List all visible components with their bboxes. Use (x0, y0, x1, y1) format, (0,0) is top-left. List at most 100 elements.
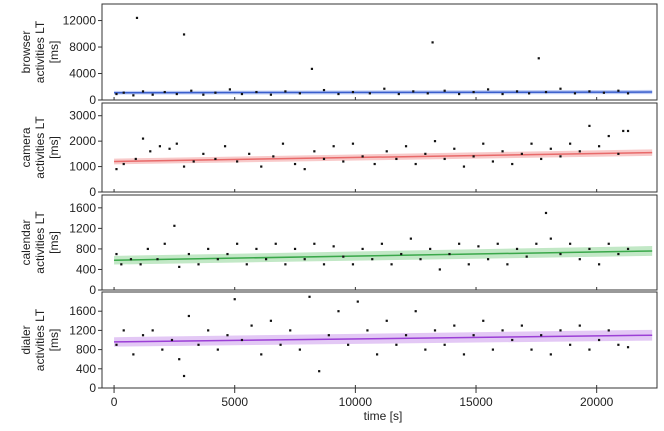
data-point (472, 334, 475, 337)
data-point (168, 147, 171, 150)
data-point (530, 348, 533, 351)
x-tick-label: 5000 (221, 395, 248, 409)
data-point (214, 157, 217, 161)
panel-camera: 0 1000 2000 3000 cameraactivities LT[ms] (19, 102, 658, 199)
data-point (158, 145, 162, 148)
data-point (279, 343, 282, 346)
data-point (501, 150, 504, 153)
chart-panels: 04000800012000browseractivities LT[ms]01… (19, 3, 658, 395)
data-point (431, 41, 434, 44)
data-point (520, 324, 523, 327)
data-point (453, 147, 456, 150)
data-point (187, 314, 190, 318)
data-point (233, 298, 236, 301)
data-point (622, 129, 625, 133)
y-tick-label: 400 (76, 362, 96, 376)
data-point (467, 263, 470, 266)
data-point (549, 147, 552, 150)
data-point (269, 319, 273, 322)
data-point (135, 16, 139, 20)
y-tick-label: 3000 (69, 109, 96, 123)
data-point (535, 242, 538, 245)
y-tick-label: 0 (89, 185, 96, 199)
data-point (395, 343, 398, 346)
y-tick-label: 800 (76, 242, 96, 256)
data-point (132, 353, 135, 356)
data-point (626, 92, 630, 95)
data-point (134, 157, 137, 161)
data-point (298, 348, 301, 351)
panel-frame (101, 194, 658, 291)
data-point (366, 329, 369, 332)
panel-dialer: 0 400 800 1200 1600 dialeractivities LT[ms] (19, 291, 658, 395)
data-point (501, 92, 504, 96)
data-point (400, 252, 403, 256)
data-point (289, 329, 292, 332)
y-tick-label: 400 (76, 262, 96, 276)
x-tick-label: 10000 (339, 395, 373, 409)
data-point (433, 140, 437, 143)
data-point (120, 263, 123, 266)
data-point (303, 168, 306, 171)
data-point (202, 93, 205, 96)
data-point (496, 242, 499, 245)
data-point (486, 88, 490, 91)
data-point (511, 338, 514, 342)
data-point (308, 295, 311, 298)
y-tick-label: 1600 (69, 201, 96, 215)
data-point (202, 152, 205, 155)
data-point (361, 155, 364, 158)
data-point (310, 67, 314, 70)
data-point (578, 324, 581, 327)
data-point (303, 258, 306, 261)
data-point (141, 334, 145, 337)
x-axis: 0 5000 10000 15000 20000 (111, 388, 614, 409)
data-point (607, 329, 610, 332)
data-point (122, 91, 125, 94)
data-point (351, 263, 355, 266)
data-point (559, 87, 562, 90)
data-point (182, 374, 186, 378)
data-point (414, 162, 417, 166)
data-point (486, 258, 490, 261)
data-point (458, 92, 461, 96)
data-point (163, 90, 166, 94)
data-point (491, 348, 495, 351)
data-point (337, 92, 340, 96)
data-point (236, 160, 239, 163)
data-point (588, 124, 591, 127)
data-point (491, 160, 495, 163)
data-point (240, 338, 244, 342)
data-point (412, 90, 415, 93)
data-point (373, 162, 376, 166)
data-point (617, 343, 620, 346)
data-point (197, 343, 200, 346)
data-point (151, 329, 154, 332)
data-point (380, 242, 384, 245)
data-point (342, 255, 345, 258)
data-point (607, 134, 610, 138)
y-tick-label: 0 (89, 93, 96, 107)
data-point (190, 89, 193, 92)
x-axis-label: time [s] (364, 409, 403, 423)
data-point (129, 258, 133, 261)
data-point (141, 90, 145, 93)
y-tick-label: 0 (89, 283, 96, 297)
data-point (260, 165, 263, 168)
y-tick-label: 1600 (69, 304, 96, 318)
data-point (178, 358, 181, 361)
data-point (549, 237, 552, 240)
data-point (248, 152, 251, 155)
data-point (274, 242, 277, 245)
data-point (578, 150, 581, 153)
data-point (170, 338, 174, 342)
y-tick-label: 0 (89, 381, 96, 395)
y-tick-label: 1200 (69, 323, 96, 337)
data-point (347, 343, 350, 346)
data-point (597, 263, 601, 266)
data-point (549, 353, 552, 356)
data-point (515, 90, 519, 93)
data-point (559, 329, 562, 332)
data-point (351, 142, 355, 145)
data-point (115, 168, 118, 171)
